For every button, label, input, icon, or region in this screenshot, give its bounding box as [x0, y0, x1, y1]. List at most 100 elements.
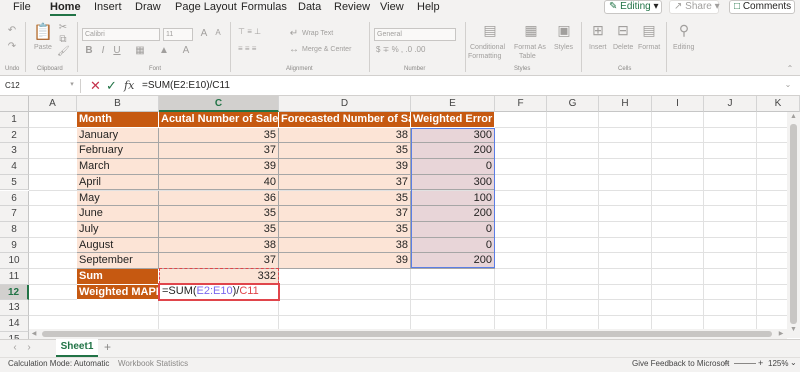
column-header-i[interactable]: I — [652, 96, 704, 112]
column-header-e[interactable]: E — [411, 96, 495, 112]
column-header-k[interactable]: K — [757, 96, 800, 112]
table-cell[interactable]: February — [77, 143, 159, 160]
chevron-down-icon[interactable]: ⌄ — [790, 358, 797, 367]
merge-center-button[interactable]: Merge & Center — [302, 46, 351, 53]
table-cell[interactable]: March — [77, 159, 159, 175]
column-header-a[interactable]: A — [29, 96, 77, 112]
zoom-in-icon[interactable]: + — [758, 358, 763, 368]
redo-icon[interactable]: ↷ — [5, 41, 19, 52]
table-cell[interactable]: 39 — [279, 253, 411, 269]
menu-formulas[interactable]: Formulas — [241, 0, 287, 17]
table-cell[interactable]: June — [77, 206, 159, 222]
column-header-h[interactable]: H — [599, 96, 652, 112]
row-header-8[interactable]: 8 — [0, 221, 29, 238]
table-cell[interactable]: 35 — [279, 143, 411, 160]
menu-review[interactable]: Review — [334, 0, 370, 17]
font-name-dropdown[interactable]: Calibri — [82, 28, 160, 41]
column-header-c[interactable]: C — [159, 96, 279, 112]
row-header-12[interactable]: 12 — [0, 284, 29, 301]
underline-icon[interactable]: U — [112, 45, 122, 56]
horizontal-align-icons[interactable]: ≡ ≡ ≡ — [238, 44, 278, 53]
paste-icon[interactable]: 📋 — [33, 22, 53, 42]
row-header-4[interactable]: 4 — [0, 159, 29, 175]
row-header-5[interactable]: 5 — [0, 174, 29, 191]
menu-data[interactable]: Data — [298, 0, 321, 17]
table-header-forecast[interactable]: Forecasted Number of Sales — [279, 112, 411, 128]
row-header-6[interactable]: 6 — [0, 190, 29, 207]
row-header-1[interactable]: 1 — [0, 112, 29, 128]
conditional-formatting-icon[interactable]: ▤ — [480, 22, 500, 39]
table-cell[interactable]: January — [77, 127, 159, 144]
scroll-left-icon[interactable]: ◀ — [29, 329, 39, 339]
horizontal-scroll-thumb[interactable] — [42, 331, 772, 337]
zoom-level[interactable]: 125% — [768, 359, 788, 368]
increase-font-icon[interactable]: A — [198, 28, 210, 39]
table-cell[interactable]: 35 — [279, 221, 411, 238]
table-cell[interactable]: 35 — [159, 221, 279, 238]
add-sheet-button[interactable]: + — [104, 340, 111, 354]
table-cell[interactable]: 40 — [159, 174, 279, 191]
name-box[interactable]: C12 — [3, 79, 74, 93]
row-header-10[interactable]: 10 — [0, 253, 29, 269]
delete-cells-button[interactable]: Delete — [613, 44, 633, 51]
scroll-down-icon[interactable]: ▼ — [788, 326, 799, 333]
sum-label[interactable]: Sum — [77, 269, 159, 285]
row-header-14[interactable]: 14 — [0, 316, 29, 332]
column-header-g[interactable]: G — [547, 96, 599, 112]
comments-button[interactable]: □ Comments — [729, 0, 795, 14]
column-header-d[interactable]: D — [279, 96, 411, 112]
wrap-text-button[interactable]: Wrap Text — [302, 30, 333, 37]
format-painter-icon[interactable]: 🖌 — [57, 46, 70, 57]
cut-icon[interactable]: ✂ — [57, 22, 69, 33]
tab-scroll-left-icon[interactable]: ‹ — [10, 342, 20, 353]
menu-file[interactable]: File — [13, 0, 31, 17]
enter-icon[interactable]: ✓ — [106, 78, 117, 94]
table-cell[interactable]: May — [77, 190, 159, 207]
format-as-table-line1[interactable]: Format As — [514, 44, 546, 51]
zoom-out-icon[interactable]: − — [724, 358, 729, 368]
table-cell[interactable]: 38 — [279, 127, 411, 144]
editing-group-button[interactable]: Editing — [673, 44, 694, 51]
chevron-down-icon[interactable]: ▾ — [68, 80, 76, 88]
table-cell[interactable]: 39 — [159, 159, 279, 175]
format-cells-icon[interactable]: ▤ — [640, 22, 658, 39]
weighted-mape-label[interactable]: Weighted MAPE — [77, 284, 159, 301]
table-cell[interactable]: 37 — [279, 206, 411, 222]
table-cell[interactable]: 38 — [279, 237, 411, 254]
paste-label[interactable]: Paste — [34, 44, 52, 51]
italic-icon[interactable]: I — [98, 45, 108, 56]
give-feedback-link[interactable]: Give Feedback to Microsoft — [632, 359, 729, 368]
column-header-j[interactable]: J — [704, 96, 757, 112]
share-button[interactable]: ↗ Share ▾ — [669, 0, 720, 14]
menu-view[interactable]: View — [380, 0, 404, 17]
number-format-icons[interactable]: $ ∓ % , .0 .00 — [376, 45, 456, 54]
undo-icon[interactable]: ↶ — [5, 25, 19, 36]
table-cell[interactable]: 39 — [279, 159, 411, 175]
copy-icon[interactable]: ⧉ — [57, 34, 69, 45]
table-cell[interactable]: September — [77, 253, 159, 269]
table-header-month[interactable]: Month — [77, 112, 159, 128]
row-header-11[interactable]: 11 — [0, 269, 29, 285]
table-cell[interactable]: 38 — [159, 237, 279, 254]
menu-insert[interactable]: Insert — [94, 0, 122, 17]
cell-styles-button[interactable]: Styles — [554, 44, 573, 51]
cell-styles-icon[interactable]: ▣ — [554, 22, 574, 39]
column-header-b[interactable]: B — [77, 96, 159, 112]
bold-icon[interactable]: B — [84, 45, 94, 56]
row-header-2[interactable]: 2 — [0, 127, 29, 144]
zoom-slider[interactable] — [734, 363, 756, 364]
delete-cells-icon[interactable]: ⊟ — [614, 22, 632, 39]
menu-draw[interactable]: Draw — [135, 0, 161, 17]
formula-input[interactable]: =SUM(E2:E10)/C11 — [142, 80, 230, 91]
table-cell[interactable]: 37 — [159, 253, 279, 269]
column-header-f[interactable]: F — [495, 96, 547, 112]
merge-center-icon[interactable]: ↔ — [289, 44, 299, 55]
format-cells-button[interactable]: Format — [638, 44, 660, 51]
borders-icon[interactable]: ▦ — [134, 45, 146, 56]
number-format-dropdown[interactable]: General — [374, 28, 456, 41]
vertical-align-icons[interactable]: ⊤ ≡ ⊥ — [238, 27, 278, 36]
fill-color-icon[interactable]: ▲ — [158, 45, 170, 56]
font-size-dropdown[interactable]: 11 — [163, 28, 193, 41]
insert-function-icon[interactable]: fx — [124, 79, 134, 92]
find-search-icon[interactable]: ⚲ — [674, 22, 694, 39]
